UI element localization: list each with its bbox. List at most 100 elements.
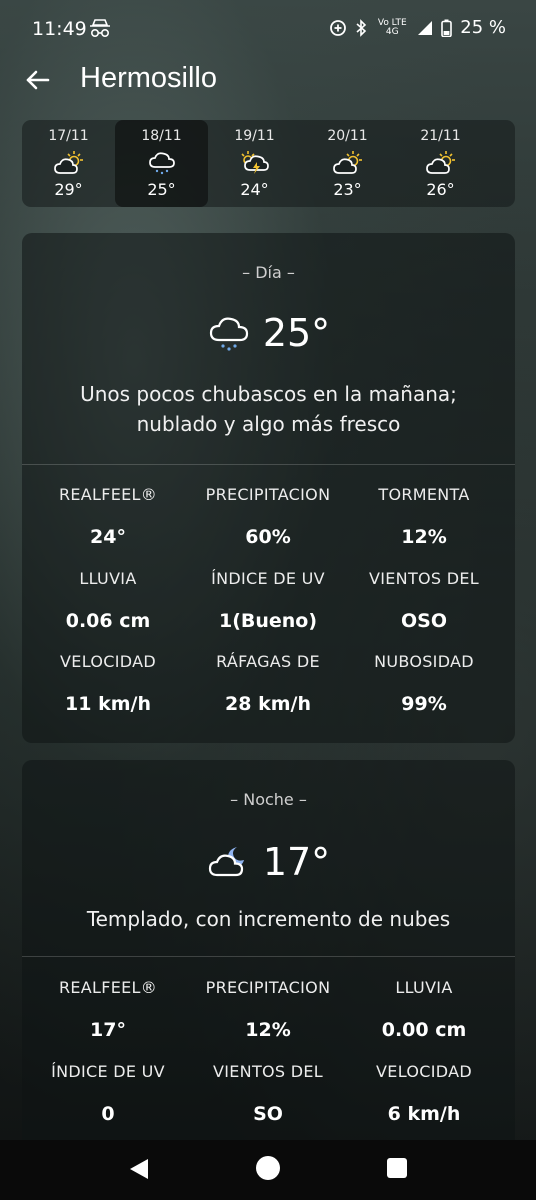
forecast-day[interactable]: 21/11 26° [394, 120, 487, 207]
night-stat-wind-direction: VIENTOS DEL SO [186, 1062, 350, 1125]
label-dash: – [230, 790, 244, 809]
status-icons: Vo LTE 4G 25 % [329, 17, 506, 38]
stat-value: 99% [401, 693, 447, 715]
label-dash: – [242, 263, 256, 282]
stat-label: PRECIPITACION [205, 978, 331, 997]
stat-label: LLUVIA [79, 569, 137, 588]
incognito-icon [90, 19, 110, 38]
forecast-day[interactable]: 17/11 29° [22, 120, 115, 207]
divider [22, 464, 515, 465]
stat-label: RÁFAGAS DE [216, 652, 320, 671]
night-card: – Noche – 17° Templado, con incremento d… [22, 760, 515, 1140]
forecast-date: 18/11 [141, 128, 182, 144]
stat-label: ÍNDICE DE UV [51, 1062, 165, 1081]
stat-value: 0 [101, 1103, 115, 1125]
data-saver-icon [330, 19, 347, 36]
day-description-line: Unos pocos chubascos en la mañana; [80, 382, 457, 406]
night-stat-realfeel: REALFEEL® 17° [26, 978, 190, 1041]
day-description: Unos pocos chubascos en la mañana; nubla… [42, 379, 495, 439]
day-stat-realfeel: REALFEEL® 24° [26, 485, 190, 548]
stat-value: 0.00 cm [381, 1019, 467, 1041]
status-bar: 11:49 Vo LTE 4G 25 % [0, 0, 536, 60]
day-stat-precipitation: PRECIPITACION 60% [186, 485, 350, 548]
partly-sunny-cloud-icon [332, 151, 362, 174]
forecast-day[interactable]: 20/11 23° [301, 120, 394, 207]
daily-forecast-strip: 17/11 29° 18/11 25° 19/11 24° 20/11 23° … [22, 120, 515, 207]
signal-icon [418, 20, 433, 35]
moon-cloud-icon [208, 847, 244, 877]
nav-back-icon[interactable] [128, 1157, 150, 1181]
partly-sunny-cloud-icon [53, 151, 83, 174]
forecast-day[interactable]: 19/11 24° [208, 120, 301, 207]
label-dash: – [293, 790, 307, 809]
nav-home-icon[interactable] [256, 1156, 280, 1180]
nav-recent-apps-icon[interactable] [387, 1158, 407, 1178]
battery-level: 25 % [460, 17, 506, 38]
night-period-label: – Noche – [22, 790, 515, 809]
stat-label: VELOCIDAD [60, 652, 156, 671]
status-time: 11:49 [32, 18, 87, 40]
day-stat-storm: TORMENTA 12% [342, 485, 506, 548]
rain-cloud-icon [209, 317, 248, 351]
stat-value: 24° [90, 526, 126, 548]
stat-label: LLUVIA [395, 978, 453, 997]
stat-label: TORMENTA [378, 485, 470, 504]
stat-label: NUBOSIDAD [374, 652, 474, 671]
night-main-row: 17° [22, 840, 515, 884]
stat-label: REALFEEL® [58, 485, 158, 504]
night-stat-precipitation: PRECIPITACION 12% [186, 978, 350, 1041]
stat-value: 17° [90, 1019, 126, 1041]
day-stat-gusts: RÁFAGAS DE 28 km/h [186, 652, 350, 715]
stat-value: 28 km/h [225, 693, 311, 715]
stat-label: REALFEEL® [58, 978, 158, 997]
stat-value: 1(Bueno) [218, 610, 318, 632]
day-stat-rain: LLUVIA 0.06 cm [26, 569, 190, 632]
day-card: – Día – 25° Unos pocos chubascos en la m… [22, 233, 515, 743]
night-stat-rain: LLUVIA 0.00 cm [342, 978, 506, 1041]
stat-value: 12% [401, 526, 447, 548]
stat-label: VELOCIDAD [376, 1062, 472, 1081]
stat-value: 11 km/h [65, 693, 151, 715]
forecast-date: 19/11 [234, 128, 275, 144]
day-stat-wind-direction: VIENTOS DEL OSO [342, 569, 506, 632]
forecast-temp: 26° [426, 180, 455, 199]
day-description-line: nublado y algo más fresco [136, 412, 401, 436]
forecast-temp: 25° [147, 180, 176, 199]
stat-label: PRECIPITACION [205, 485, 331, 504]
stat-value: 0.06 cm [65, 610, 151, 632]
forecast-date: 17/11 [48, 128, 89, 144]
forecast-temp: 24° [240, 180, 269, 199]
battery-icon [441, 19, 453, 37]
night-label: Noche [243, 790, 294, 809]
forecast-temp: 23° [333, 180, 362, 199]
day-label: Día [255, 263, 282, 282]
stat-value: OSO [401, 610, 447, 632]
stat-value: 12% [245, 1019, 291, 1041]
rain-cloud-icon [148, 152, 175, 175]
day-temperature: 25° [262, 311, 331, 355]
forecast-date: 21/11 [420, 128, 461, 144]
day-stat-speed: VELOCIDAD 11 km/h [26, 652, 190, 715]
day-period-label: – Día – [22, 263, 515, 282]
forecast-date: 20/11 [327, 128, 368, 144]
day-stat-uv-index: ÍNDICE DE UV 1(Bueno) [186, 569, 350, 632]
stat-label: VIENTOS DEL [369, 569, 479, 588]
night-stat-speed: VELOCIDAD 6 km/h [342, 1062, 506, 1125]
bluetooth-icon [356, 18, 367, 37]
back-arrow-icon[interactable] [22, 64, 54, 96]
night-description: Templado, con incremento de nubes [86, 907, 451, 931]
stat-label: VIENTOS DEL [213, 1062, 323, 1081]
divider [22, 956, 515, 957]
forecast-day-selected[interactable]: 18/11 25° [115, 120, 208, 207]
page-title: Hermosillo [80, 62, 217, 94]
night-temperature: 17° [262, 840, 331, 884]
day-main-row: 25° [22, 311, 515, 355]
night-stat-uv-index: ÍNDICE DE UV 0 [26, 1062, 190, 1125]
forecast-temp: 29° [54, 180, 83, 199]
label-dash: – [281, 263, 295, 282]
network-type: Vo LTE 4G [377, 17, 407, 37]
system-nav-bar [0, 1140, 536, 1200]
thunderstorm-sun-icon [240, 151, 269, 174]
stat-value: 60% [245, 526, 291, 548]
stat-value: 6 km/h [387, 1103, 461, 1125]
